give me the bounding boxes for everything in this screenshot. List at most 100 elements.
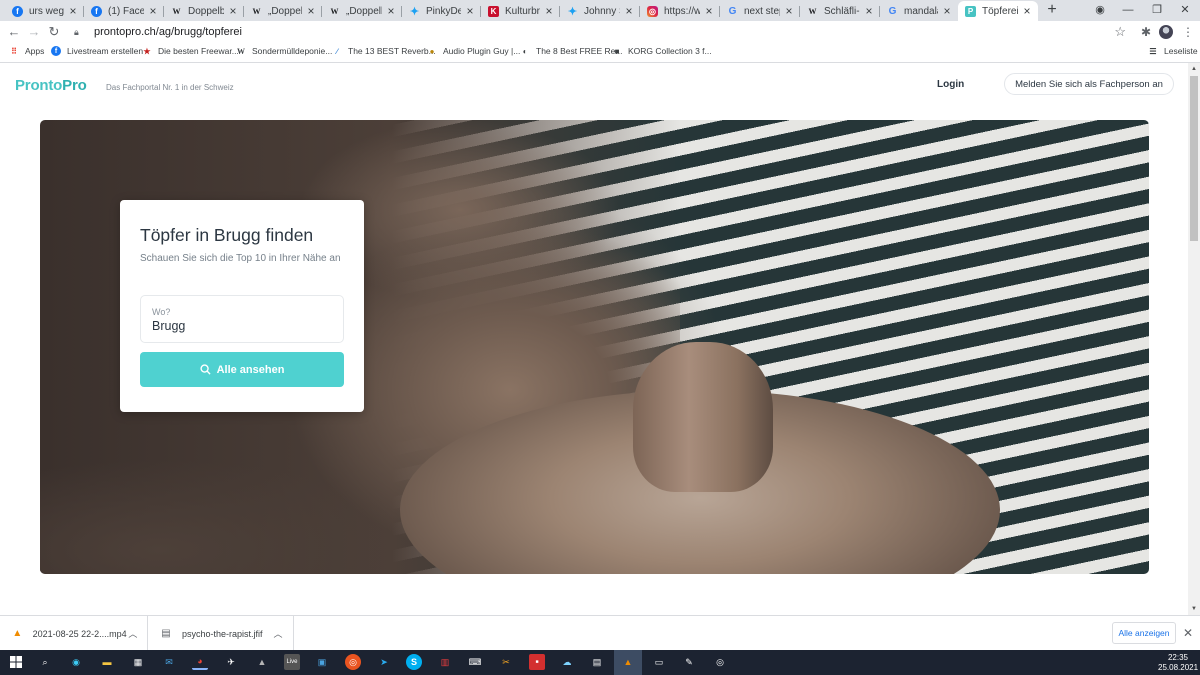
tab-search-icon[interactable]: ◉ bbox=[1085, 0, 1115, 20]
chevron-up-icon[interactable]: ︿ bbox=[271, 627, 285, 640]
tab[interactable]: ✦Johnny Stre× bbox=[560, 1, 640, 21]
windows-taskbar: ⌕ ◉ ▬ ▦ ✉ ◕ ✈ ▲ Live ▣ ◎ ➤ S ▥ ⌨ ✂ ■ ☁ ▤… bbox=[0, 650, 1200, 675]
download-item[interactable]: ▤ psycho-the-rapist.jfif ︿ bbox=[148, 616, 294, 651]
scroll-up-arrow-icon[interactable]: ▲ bbox=[1188, 63, 1200, 75]
edge-icon[interactable]: ◉ bbox=[68, 654, 84, 670]
location-field[interactable]: Wo? Brugg bbox=[140, 295, 344, 343]
apps-grid-icon: ⠿ bbox=[11, 46, 17, 56]
app-icon[interactable]: ▭ bbox=[651, 654, 667, 670]
wikipedia-icon: W bbox=[252, 6, 261, 16]
scrollbar[interactable]: ▲ ▼ bbox=[1188, 63, 1200, 615]
close-icon[interactable]: × bbox=[147, 4, 159, 18]
tab[interactable]: KKulturbranc× bbox=[481, 1, 560, 21]
close-icon[interactable]: × bbox=[305, 4, 317, 18]
app-icon[interactable]: ▲ bbox=[254, 654, 270, 670]
windows-start-icon[interactable] bbox=[8, 654, 24, 670]
tab[interactable]: Gmandala m× bbox=[880, 1, 958, 21]
show-all-downloads-button[interactable]: Alle anzeigen bbox=[1112, 622, 1176, 644]
app-icon[interactable]: ◎ bbox=[712, 654, 728, 670]
app-icon[interactable]: ▥ bbox=[437, 654, 453, 670]
close-icon[interactable]: × bbox=[703, 4, 715, 18]
store-icon[interactable]: ▦ bbox=[130, 654, 146, 670]
forward-arrow-icon[interactable]: → bbox=[25, 23, 43, 41]
chevron-up-icon[interactable]: ︿ bbox=[127, 627, 139, 640]
search-icon[interactable]: ⌕ bbox=[37, 654, 53, 670]
scroll-down-arrow-icon[interactable]: ▼ bbox=[1188, 603, 1200, 615]
app-icon[interactable]: ⌨ bbox=[467, 654, 483, 670]
notepad-icon[interactable]: ✎ bbox=[681, 654, 697, 670]
browser-toolbar: ← → ↻ 🔒︎ prontopro.ch/ag/brugg/topferei … bbox=[0, 21, 1200, 43]
prontopro-logo[interactable]: ProntoPro bbox=[15, 77, 87, 94]
profile-avatar[interactable] bbox=[1159, 25, 1173, 39]
site-tagline: Das Fachportal Nr. 1 in der Schweiz bbox=[106, 83, 234, 92]
ableton-live-icon[interactable]: Live bbox=[284, 654, 300, 670]
bookmark-item[interactable]: ◐ The 8 Best FREE Re... bbox=[520, 46, 623, 56]
app-icon[interactable]: ✈ bbox=[223, 654, 239, 670]
close-icon[interactable]: × bbox=[783, 4, 795, 18]
close-icon[interactable]: × bbox=[543, 4, 555, 18]
app-icon[interactable]: ✂ bbox=[498, 654, 514, 670]
bookmark-star-icon[interactable]: ☆ bbox=[1114, 23, 1126, 41]
close-icon[interactable]: × bbox=[67, 4, 79, 18]
download-item[interactable]: ▲ 2021-08-25 22-2....mp4 ︿ bbox=[0, 616, 148, 651]
show-all-button[interactable]: Alle ansehen bbox=[140, 352, 344, 387]
new-tab-button[interactable]: + bbox=[1043, 1, 1061, 19]
close-window-button[interactable]: ✕ bbox=[1170, 0, 1200, 20]
back-arrow-icon[interactable]: ← bbox=[5, 23, 23, 41]
bookmark-apps[interactable]: ⠿ Apps bbox=[9, 46, 44, 56]
menu-dots-icon[interactable]: ⋮ bbox=[1180, 24, 1196, 40]
mail-icon[interactable]: ✉ bbox=[161, 654, 177, 670]
close-icon[interactable]: × bbox=[385, 4, 397, 18]
telegram-icon[interactable]: ➤ bbox=[376, 654, 392, 670]
pro-signup-button[interactable]: Melden Sie sich als Fachperson an bbox=[1004, 73, 1174, 95]
bookmark-item[interactable]: f Livestream erstellen bbox=[51, 46, 143, 56]
korg-icon: ■ bbox=[614, 46, 620, 56]
restore-button[interactable]: ❐ bbox=[1142, 0, 1172, 20]
bookmarks-bar: ⠿ Apps f Livestream erstellen ★ Die besten … bbox=[0, 43, 1200, 63]
tab-active[interactable]: PTöpferei un× bbox=[958, 1, 1038, 21]
tab[interactable]: Gnext step cu× bbox=[720, 1, 800, 21]
extensions-puzzle-icon[interactable]: ✱ bbox=[1138, 24, 1154, 40]
app-icon[interactable]: ▤ bbox=[589, 654, 605, 670]
tab[interactable]: f(1) Faceboo× bbox=[84, 1, 164, 21]
address-bar[interactable]: 🔒︎ prontopro.ch/ag/brugg/topferei ☆ bbox=[63, 23, 1138, 41]
tab[interactable]: ✦PinkyDef (@× bbox=[402, 1, 481, 21]
bookmark-item[interactable]: ■ KORG Collection 3 f... bbox=[612, 46, 712, 56]
address-url: prontopro.ch/ag/brugg/topferei bbox=[94, 26, 242, 38]
bookmark-item[interactable]: ★ Die besten Freewar... bbox=[142, 46, 238, 56]
tab[interactable]: W„Doppelbind× bbox=[244, 1, 322, 21]
ubuntu-icon[interactable]: ◎ bbox=[345, 654, 361, 670]
close-icon[interactable]: × bbox=[623, 4, 635, 18]
scrollbar-thumb[interactable] bbox=[1190, 76, 1198, 241]
vlc-icon[interactable]: ▲ bbox=[620, 654, 636, 670]
close-icon[interactable]: × bbox=[464, 4, 476, 18]
tab[interactable]: WSchläfli-Sym× bbox=[800, 1, 880, 21]
app-icon[interactable]: ☁ bbox=[559, 654, 575, 670]
bookmark-item[interactable]: ∕ The 13 BEST Reverb... bbox=[332, 46, 435, 56]
skype-icon[interactable]: S bbox=[406, 654, 422, 670]
image-file-icon: ▤ bbox=[161, 628, 171, 639]
app-icon[interactable]: ■ bbox=[529, 654, 545, 670]
chrome-icon[interactable]: ◕ bbox=[192, 654, 208, 670]
taskbar-clock[interactable]: 22:35 25.08.2021 bbox=[1158, 653, 1198, 673]
minimize-button[interactable]: — bbox=[1113, 0, 1143, 20]
close-icon[interactable]: × bbox=[1021, 4, 1033, 18]
reading-list[interactable]: ☰ Leseliste bbox=[1148, 46, 1197, 56]
bookmark-item[interactable]: W Sondermülldeponie... bbox=[236, 46, 332, 56]
tab[interactable]: furs wegmül× bbox=[5, 1, 84, 21]
tab[interactable]: ◎https://www.× bbox=[640, 1, 720, 21]
facebook-icon: f bbox=[91, 5, 102, 17]
search-card: Töpfer in Brugg finden Schauen Sie sich … bbox=[120, 200, 364, 412]
bookmark-item[interactable]: ● Audio Plugin Guy |... bbox=[427, 46, 521, 56]
file-explorer-icon[interactable]: ▬ bbox=[99, 654, 115, 670]
tab[interactable]: WDoppelbind× bbox=[164, 1, 244, 21]
app-icon[interactable]: ▣ bbox=[314, 654, 330, 670]
close-icon[interactable]: ✕ bbox=[1181, 626, 1195, 640]
close-icon[interactable]: × bbox=[863, 4, 875, 18]
close-icon[interactable]: × bbox=[941, 4, 953, 18]
close-icon[interactable]: × bbox=[227, 4, 239, 18]
site-header: ProntoPro Das Fachportal Nr. 1 in der Sc… bbox=[0, 63, 1188, 113]
login-link[interactable]: Login bbox=[937, 79, 964, 90]
reload-icon[interactable]: ↻ bbox=[45, 23, 63, 41]
tab[interactable]: W„Doppelbind× bbox=[322, 1, 402, 21]
